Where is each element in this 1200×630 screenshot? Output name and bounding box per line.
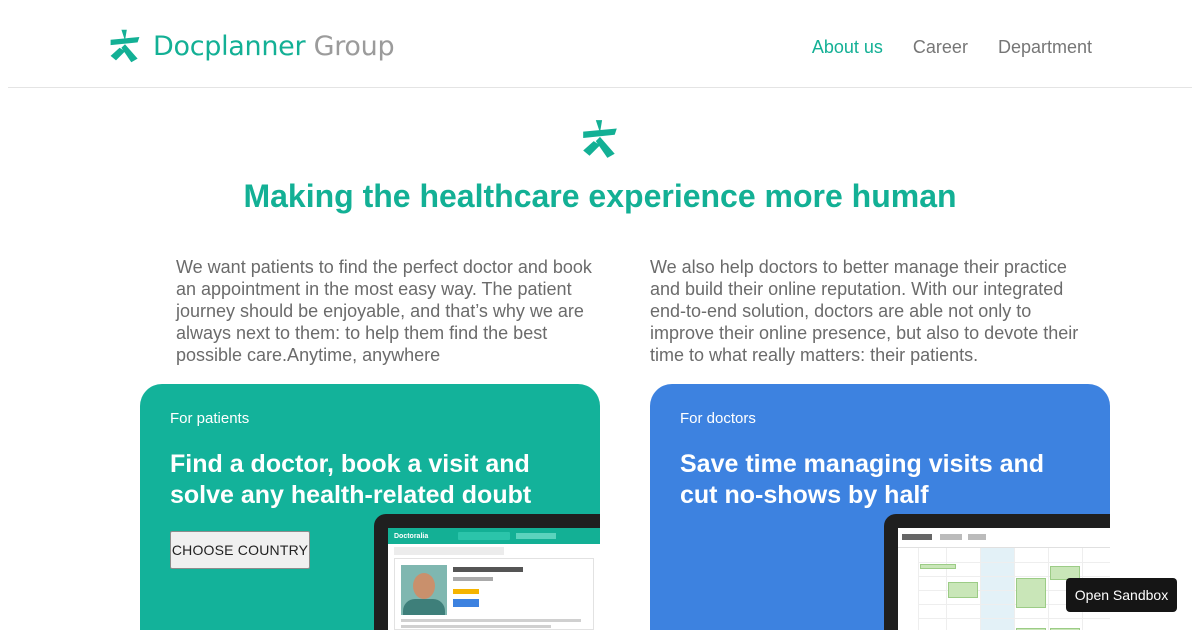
doctor-profile-card [394, 558, 594, 630]
patient-app-screenshot: Doctoralia [374, 514, 600, 630]
patients-card-eyebrow: For patients [170, 410, 250, 427]
calendar-row [918, 576, 1110, 577]
calendar-event [920, 564, 956, 569]
intro-doctors-text: We also help doctors to better manage th… [650, 257, 1079, 365]
doctors-card: For doctors Save time managing visits an… [650, 384, 1110, 630]
intro-patients-text: We want patients to find the perfect doc… [176, 257, 592, 365]
nav-item-about-us[interactable]: About us [812, 37, 883, 58]
patient-app-search [458, 532, 511, 540]
patient-app-navbar: Doctoralia [388, 528, 600, 544]
calendar-event [948, 582, 978, 598]
doctor-bio-line [401, 619, 581, 622]
patient-app-search-location [516, 533, 557, 539]
calendar-tab [968, 534, 986, 540]
calendar-event [1016, 578, 1046, 608]
doctor-avatar [401, 565, 447, 615]
calendar-title-line [902, 534, 932, 540]
doctor-app-screenshot [884, 514, 1110, 630]
doctor-specialty-line [453, 577, 493, 581]
brand-logo[interactable]: Docplanner Group [107, 28, 395, 64]
patients-card: For patients Find a doctor, book a visit… [140, 384, 600, 630]
calendar-row [918, 562, 1110, 563]
doctors-card-eyebrow: For doctors [680, 410, 756, 427]
brand-name-primary: Docplanner [153, 30, 306, 62]
nav-item-department[interactable]: Department [998, 37, 1092, 58]
patients-card-title: Find a doctor, book a visit and solve an… [170, 450, 532, 509]
patient-app-breadcrumb [394, 547, 504, 555]
main-nav: About us Career Department [782, 37, 1092, 58]
rating-stars-icon [453, 589, 479, 594]
nav-item-career[interactable]: Career [913, 37, 968, 58]
open-sandbox-button[interactable]: Open Sandbox [1066, 578, 1177, 612]
doctor-avatar-face [413, 573, 435, 599]
doctor-avatar-body [403, 599, 445, 615]
header-divider [8, 87, 1192, 88]
book-visit-button [453, 599, 479, 607]
doctor-bio-line [401, 625, 551, 628]
patient-app-brand: Doctoralia [394, 532, 429, 540]
calendar-header [898, 528, 1110, 548]
choose-country-button[interactable]: CHOOSE COUNTRY [170, 531, 310, 569]
site-header: Docplanner Group About us Career Departm… [0, 0, 1200, 88]
calendar-row [918, 618, 1110, 619]
calendar-tab [940, 534, 962, 540]
brand-name-secondary: Group [313, 30, 395, 62]
brand-name: Docplanner Group [153, 30, 395, 62]
patient-app-screen: Doctoralia [388, 528, 600, 630]
doctors-card-title: Save time managing visits and cut no-sho… [680, 450, 1045, 509]
docplanner-logo-icon [110, 29, 140, 63]
doctor-name-line [453, 567, 523, 572]
page-title: Making the healthcare experience more hu… [243, 178, 957, 214]
docplanner-logo-icon [583, 120, 617, 158]
